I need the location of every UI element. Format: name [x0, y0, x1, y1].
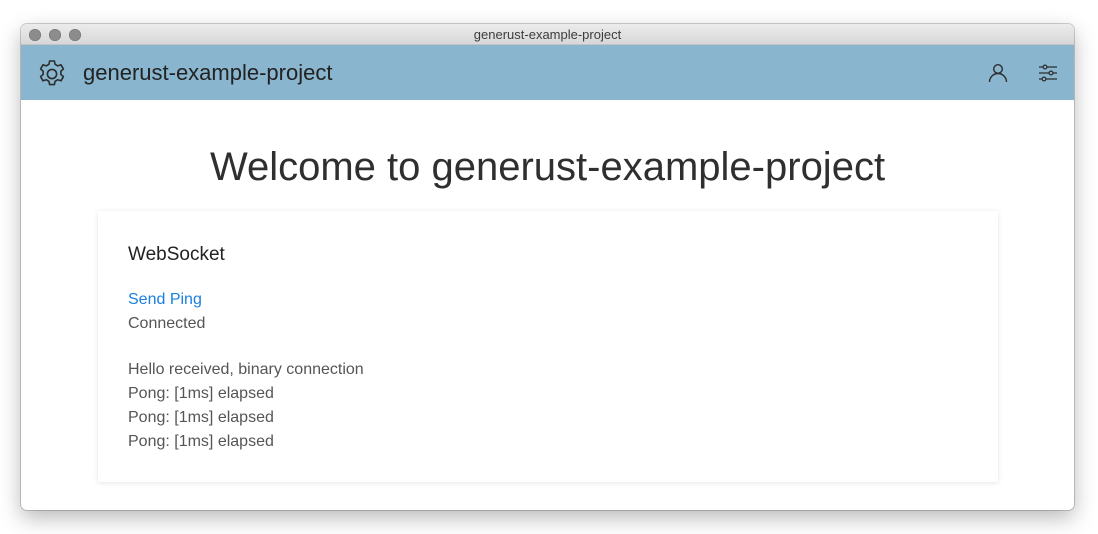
- app-header: generust-example-project: [21, 45, 1074, 100]
- log-entry: Pong: [1ms] elapsed: [128, 409, 274, 426]
- connection-status: Connected: [128, 315, 206, 332]
- log-entry: Pong: [1ms] elapsed: [128, 385, 274, 402]
- message-log: Hello received, binary connection Pong: …: [128, 358, 364, 454]
- send-ping-link[interactable]: Send Ping: [128, 290, 202, 310]
- app-name[interactable]: generust-example-project: [83, 59, 332, 87]
- gear-icon[interactable]: [36, 58, 68, 90]
- sliders-icon[interactable]: [1036, 61, 1060, 85]
- log-entry: Hello received, binary connection: [128, 361, 364, 378]
- websocket-card: WebSocket Send Ping Connected Hello rece…: [98, 211, 998, 482]
- window-title: generust-example-project: [473, 27, 622, 42]
- page-title: Welcome to generust-example-project: [209, 145, 886, 189]
- log-entry: Pong: [1ms] elapsed: [128, 433, 274, 450]
- user-icon[interactable]: [986, 61, 1010, 85]
- card-title: WebSocket: [128, 244, 225, 265]
- window-titlebar[interactable]: generust-example-project: [21, 24, 1074, 45]
- app-window: generust-example-project generust-exampl…: [21, 24, 1074, 510]
